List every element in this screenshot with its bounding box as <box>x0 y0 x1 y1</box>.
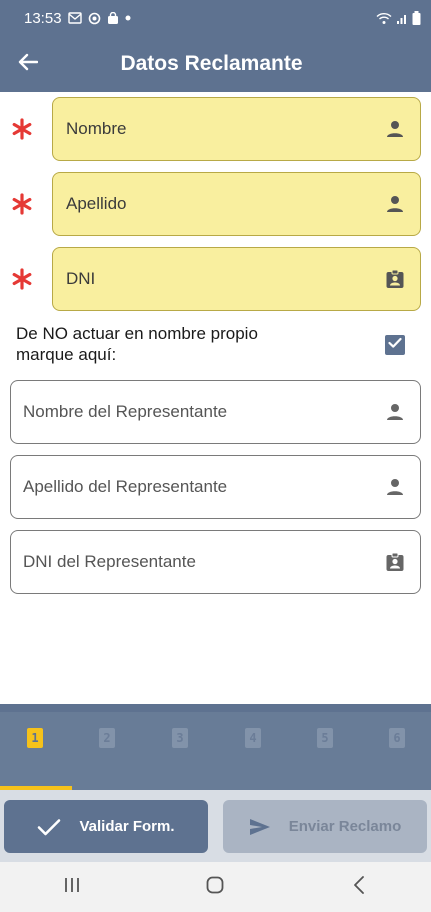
dni-value: DNI <box>66 269 96 288</box>
page-title: Datos Reclamante <box>120 52 303 75</box>
validate-form-button[interactable]: Validar Form. <box>4 800 208 853</box>
representative-checkbox[interactable] <box>385 335 405 355</box>
step-2[interactable]: 2 <box>99 728 115 748</box>
home-icon <box>206 876 224 899</box>
recents-button[interactable] <box>42 862 102 912</box>
required-asterisk-icon <box>10 117 34 141</box>
step-3[interactable]: 3 <box>172 728 188 748</box>
arrow-back-icon <box>18 53 39 76</box>
rep-nombre-field[interactable]: Nombre del Representante <box>10 380 421 444</box>
system-nav-bar <box>0 862 431 912</box>
rep-dni-placeholder: DNI del Representante <box>23 552 196 571</box>
required-asterisk-icon <box>10 267 34 291</box>
action-bar: Validar Form. Enviar Reclamo <box>0 790 431 862</box>
person-icon <box>384 476 406 498</box>
send-icon <box>249 818 271 836</box>
representative-option: De NO actuar en nombre propio marque aqu… <box>16 323 416 369</box>
step-1[interactable]: 1 <box>27 728 43 748</box>
system-back-button[interactable] <box>329 862 389 912</box>
dni-row: DNI <box>0 247 431 311</box>
id-badge-icon <box>384 551 406 573</box>
check-icon <box>388 336 402 354</box>
chevron-left-icon <box>353 875 365 899</box>
app-bar: Datos Reclamante <box>0 36 431 92</box>
rep-apellido-placeholder: Apellido del Representante <box>23 477 228 496</box>
check-icon <box>37 818 61 836</box>
dni-field[interactable]: DNI <box>52 247 421 311</box>
rep-nombre-placeholder: Nombre del Representante <box>23 402 228 421</box>
required-asterisk-icon <box>10 192 34 216</box>
nombre-row: Nombre <box>0 97 431 161</box>
dot-icon <box>125 15 131 21</box>
back-button[interactable] <box>0 36 56 92</box>
rep-apellido-field[interactable]: Apellido del Representante <box>10 455 421 519</box>
recents-icon <box>63 877 81 898</box>
person-icon <box>384 193 406 215</box>
sync-icon <box>88 12 101 25</box>
signal-icon <box>396 12 408 24</box>
status-time: 13:53 <box>24 9 62 27</box>
representative-label: De NO actuar en nombre propio marque aqu… <box>16 324 258 364</box>
send-claim-label: Enviar Reclamo <box>288 818 402 835</box>
validate-form-label: Validar Form. <box>79 818 175 835</box>
step-navigation: 1 2 3 4 5 6 <box>0 704 431 790</box>
rep-dni-field[interactable]: DNI del Representante <box>10 530 421 594</box>
send-claim-button[interactable]: Enviar Reclamo <box>223 800 427 853</box>
bag-icon <box>107 11 119 25</box>
status-bar: 13:53 <box>0 0 431 36</box>
apellido-row: Apellido <box>0 172 431 236</box>
screen: 13:53 Datos Reclamante Nombre Apellido D… <box>0 0 431 912</box>
battery-icon <box>412 11 421 25</box>
id-badge-icon <box>384 268 406 290</box>
apellido-field[interactable]: Apellido <box>52 172 421 236</box>
steps-divider <box>0 704 431 712</box>
person-icon <box>384 401 406 423</box>
step-5[interactable]: 5 <box>317 728 333 748</box>
apellido-value: Apellido <box>66 194 127 213</box>
nombre-field[interactable]: Nombre <box>52 97 421 161</box>
wifi-icon <box>376 12 392 25</box>
nombre-value: Nombre <box>66 119 127 138</box>
step-4[interactable]: 4 <box>245 728 261 748</box>
person-icon <box>384 118 406 140</box>
mail-icon <box>67 12 82 24</box>
home-button[interactable] <box>185 862 245 912</box>
step-6[interactable]: 6 <box>389 728 405 748</box>
